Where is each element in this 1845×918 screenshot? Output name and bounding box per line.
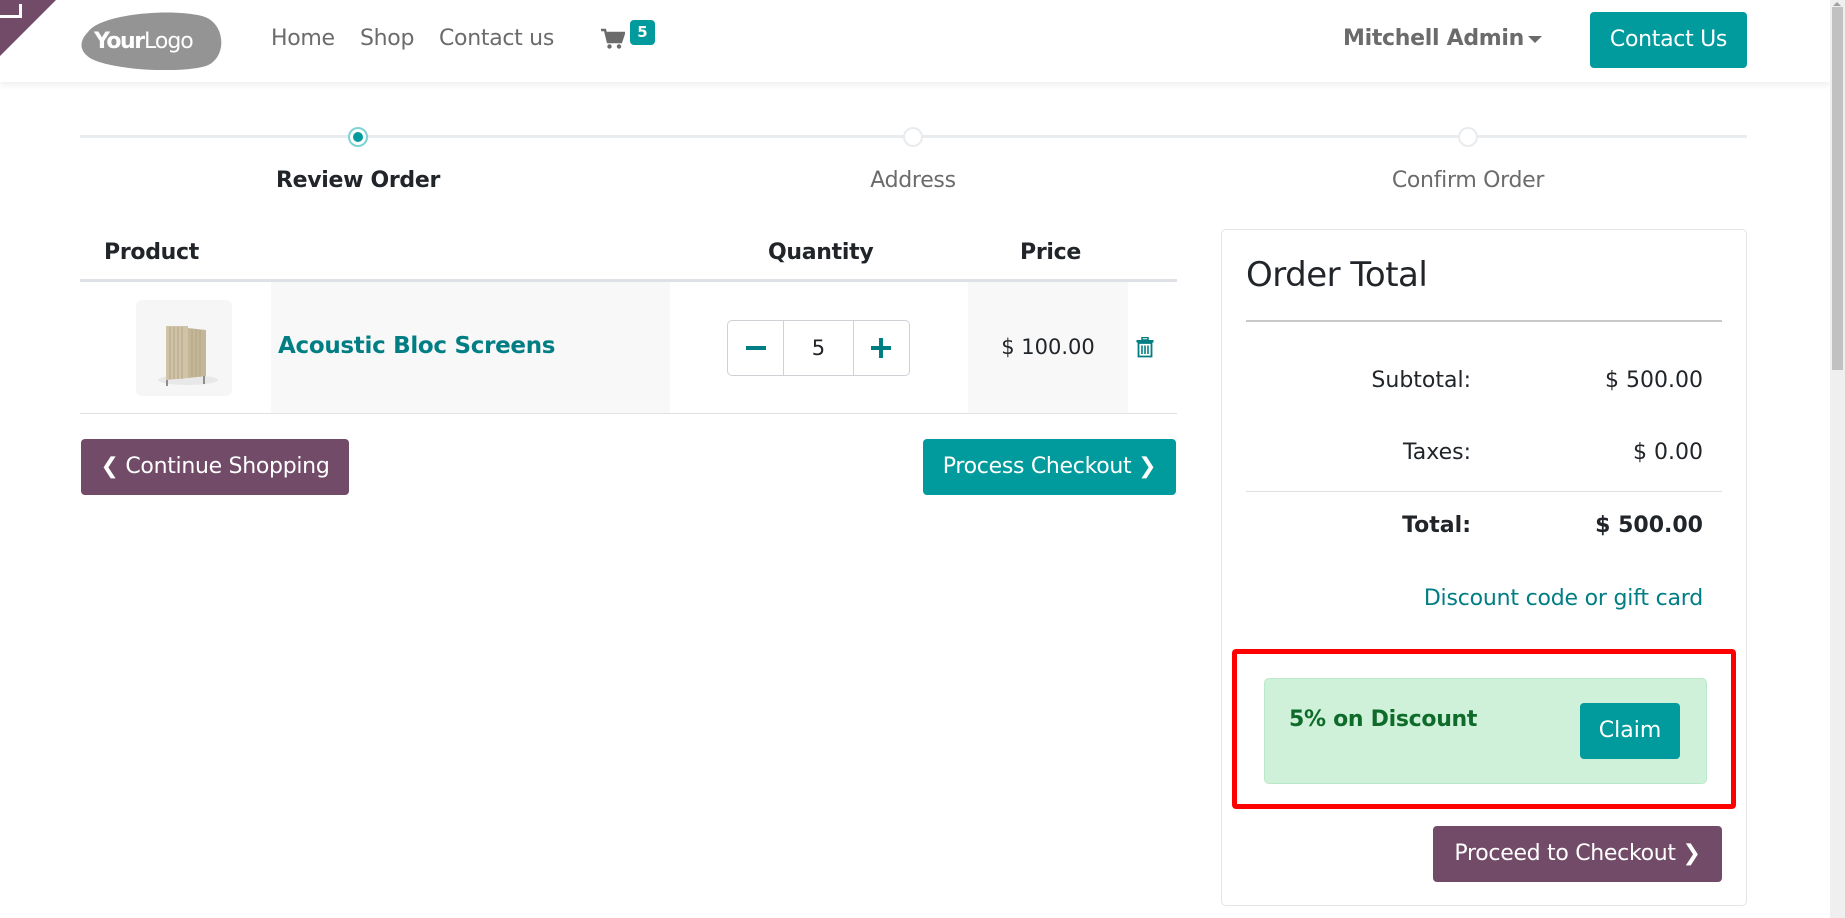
acoustic-screen-thumbnail bbox=[158, 326, 218, 386]
quantity-input[interactable]: 5 bbox=[783, 321, 854, 375]
nav-link-shop[interactable]: Shop bbox=[360, 26, 414, 51]
step-review-order[interactable]: Review Order bbox=[276, 168, 440, 193]
plus-icon bbox=[871, 338, 892, 358]
column-header-product: Product bbox=[104, 240, 199, 265]
claim-button[interactable]: Claim bbox=[1580, 703, 1680, 759]
step-confirm-order[interactable]: Confirm Order bbox=[1392, 168, 1545, 193]
chevron-right-icon: ❯ bbox=[1682, 841, 1701, 866]
chevron-left-icon: ❮ bbox=[100, 454, 119, 479]
process-checkout-button[interactable]: Process Checkout ❯ bbox=[923, 439, 1176, 495]
column-header-quantity: Quantity bbox=[768, 240, 874, 265]
subtotal-value: $ 500.00 bbox=[1605, 368, 1703, 393]
nav-link-contact-us[interactable]: Contact us bbox=[439, 26, 554, 51]
order-total-title: Order Total bbox=[1246, 255, 1428, 295]
decrease-quantity-button[interactable] bbox=[728, 321, 783, 375]
scrollbar-thumb[interactable] bbox=[1832, 7, 1843, 370]
continue-shopping-label: Continue Shopping bbox=[125, 454, 330, 479]
logo-text-bold: Your bbox=[93, 29, 145, 54]
table-row-divider bbox=[80, 413, 1177, 414]
shopping-cart-icon[interactable] bbox=[601, 28, 625, 50]
product-name-link[interactable]: Acoustic Bloc Screens bbox=[278, 333, 555, 359]
step-dot-review-order bbox=[348, 127, 368, 147]
minus-icon bbox=[745, 346, 766, 350]
top-navbar: Your Logo Home Shop Contact us 5 Mitchel… bbox=[0, 0, 1830, 82]
step-dot-confirm-order bbox=[1458, 127, 1478, 147]
discount-code-link[interactable]: Discount code or gift card bbox=[1380, 586, 1703, 611]
product-price: $ 100.00 bbox=[1001, 335, 1095, 359]
continue-shopping-button[interactable]: ❮ Continue Shopping bbox=[81, 439, 349, 495]
trash-icon[interactable] bbox=[1136, 337, 1154, 358]
user-menu-dropdown[interactable]: Mitchell Admin bbox=[1343, 26, 1524, 51]
step-dot-address bbox=[903, 127, 923, 147]
promo-text: 5% on Discount bbox=[1289, 707, 1478, 732]
quantity-stepper: 5 bbox=[727, 320, 910, 376]
increase-quantity-button[interactable] bbox=[854, 321, 909, 375]
process-checkout-label: Process Checkout bbox=[942, 454, 1132, 479]
step-address[interactable]: Address bbox=[870, 168, 956, 193]
taxes-value: $ 0.00 bbox=[1633, 440, 1703, 465]
total-divider bbox=[1246, 491, 1722, 492]
subtotal-label: Subtotal: bbox=[1371, 368, 1471, 393]
total-value: $ 500.00 bbox=[1595, 513, 1703, 538]
proceed-to-checkout-button[interactable]: Proceed to Checkout ❯ bbox=[1433, 826, 1722, 882]
nav-link-home[interactable]: Home bbox=[271, 26, 335, 51]
order-total-divider bbox=[1246, 320, 1722, 322]
logo-text-light: Logo bbox=[144, 29, 193, 54]
contact-us-button[interactable]: Contact Us bbox=[1590, 12, 1747, 68]
taxes-label: Taxes: bbox=[1402, 440, 1471, 465]
page-scrollbar[interactable] bbox=[1830, 0, 1845, 918]
corner-arrow-icon bbox=[0, 4, 22, 18]
chevron-right-icon: ❯ bbox=[1138, 454, 1157, 479]
product-image[interactable] bbox=[136, 300, 232, 396]
scroll-up-arrow-icon[interactable] bbox=[1833, 2, 1841, 6]
cart-count-badge: 5 bbox=[630, 20, 655, 45]
column-header-price: Price bbox=[1020, 240, 1081, 265]
total-label: Total: bbox=[1402, 513, 1471, 538]
caret-down-icon bbox=[1528, 36, 1542, 43]
logo[interactable]: Your Logo bbox=[80, 10, 224, 70]
proceed-to-checkout-label: Proceed to Checkout bbox=[1454, 841, 1676, 866]
